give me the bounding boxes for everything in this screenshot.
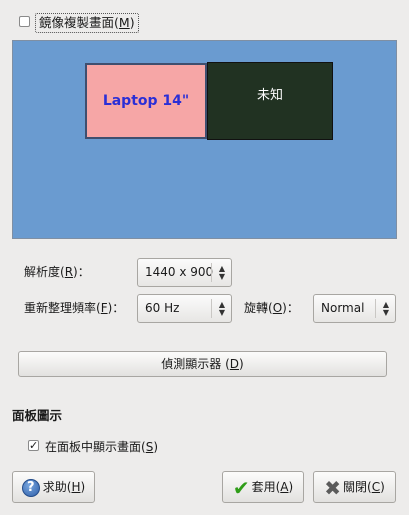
close-button[interactable]: ✖ 關閉(C) [313, 471, 396, 503]
monitor-unknown[interactable]: 未知 [207, 62, 333, 140]
monitor-laptop-label: Laptop 14" [102, 93, 190, 109]
refresh-label: 重新整理頻率(F)： [24, 301, 125, 315]
rotation-label: 旋轉(O)： [244, 301, 299, 315]
rotation-combo[interactable]: Normal ▲ ▼ [313, 294, 396, 323]
mirror-mnemonic: M [118, 15, 130, 30]
help-button[interactable]: ? 求助(H) [12, 471, 95, 503]
refresh-value: 60 Hz [145, 301, 180, 315]
monitor-layout-canvas[interactable]: Laptop 14" 未知 [12, 40, 397, 239]
mirror-label[interactable]: 鏡像複製畫面(M) [35, 13, 139, 33]
mirror-checkbox[interactable] [19, 16, 30, 27]
help-icon: ? [21, 478, 40, 497]
rotation-value: Normal [321, 301, 365, 315]
resolution-label: 解析度(R)： [24, 265, 90, 279]
check-icon: ✔ [232, 475, 250, 500]
panel-show-label[interactable]: 在面板中顯示畫面(S) [45, 437, 158, 457]
panel-section-title: 面板圖示 [12, 408, 63, 423]
mirror-label-text: 鏡像複製畫面 [39, 15, 115, 30]
monitor-laptop[interactable]: Laptop 14" [85, 63, 207, 139]
monitor-unknown-label: 未知 [256, 88, 283, 103]
chevron-updown-icon: ▲ ▼ [211, 263, 228, 282]
close-icon: ✖ [324, 475, 341, 500]
apply-button[interactable]: ✔ 套用(A) [222, 471, 304, 503]
refresh-combo[interactable]: 60 Hz ▲ ▼ [137, 294, 232, 323]
resolution-combo[interactable]: 1440 x 900 ▲ ▼ [137, 258, 232, 287]
detect-displays-button[interactable]: 偵測顯示器 (D) [18, 351, 387, 377]
chevron-updown-icon: ▲ ▼ [211, 299, 228, 318]
chevron-updown-icon: ▲ ▼ [375, 299, 392, 318]
panel-show-checkbox[interactable]: ✓ [28, 440, 39, 451]
resolution-value: 1440 x 900 [145, 265, 214, 279]
detect-displays-label: 偵測顯示器 [161, 357, 222, 371]
